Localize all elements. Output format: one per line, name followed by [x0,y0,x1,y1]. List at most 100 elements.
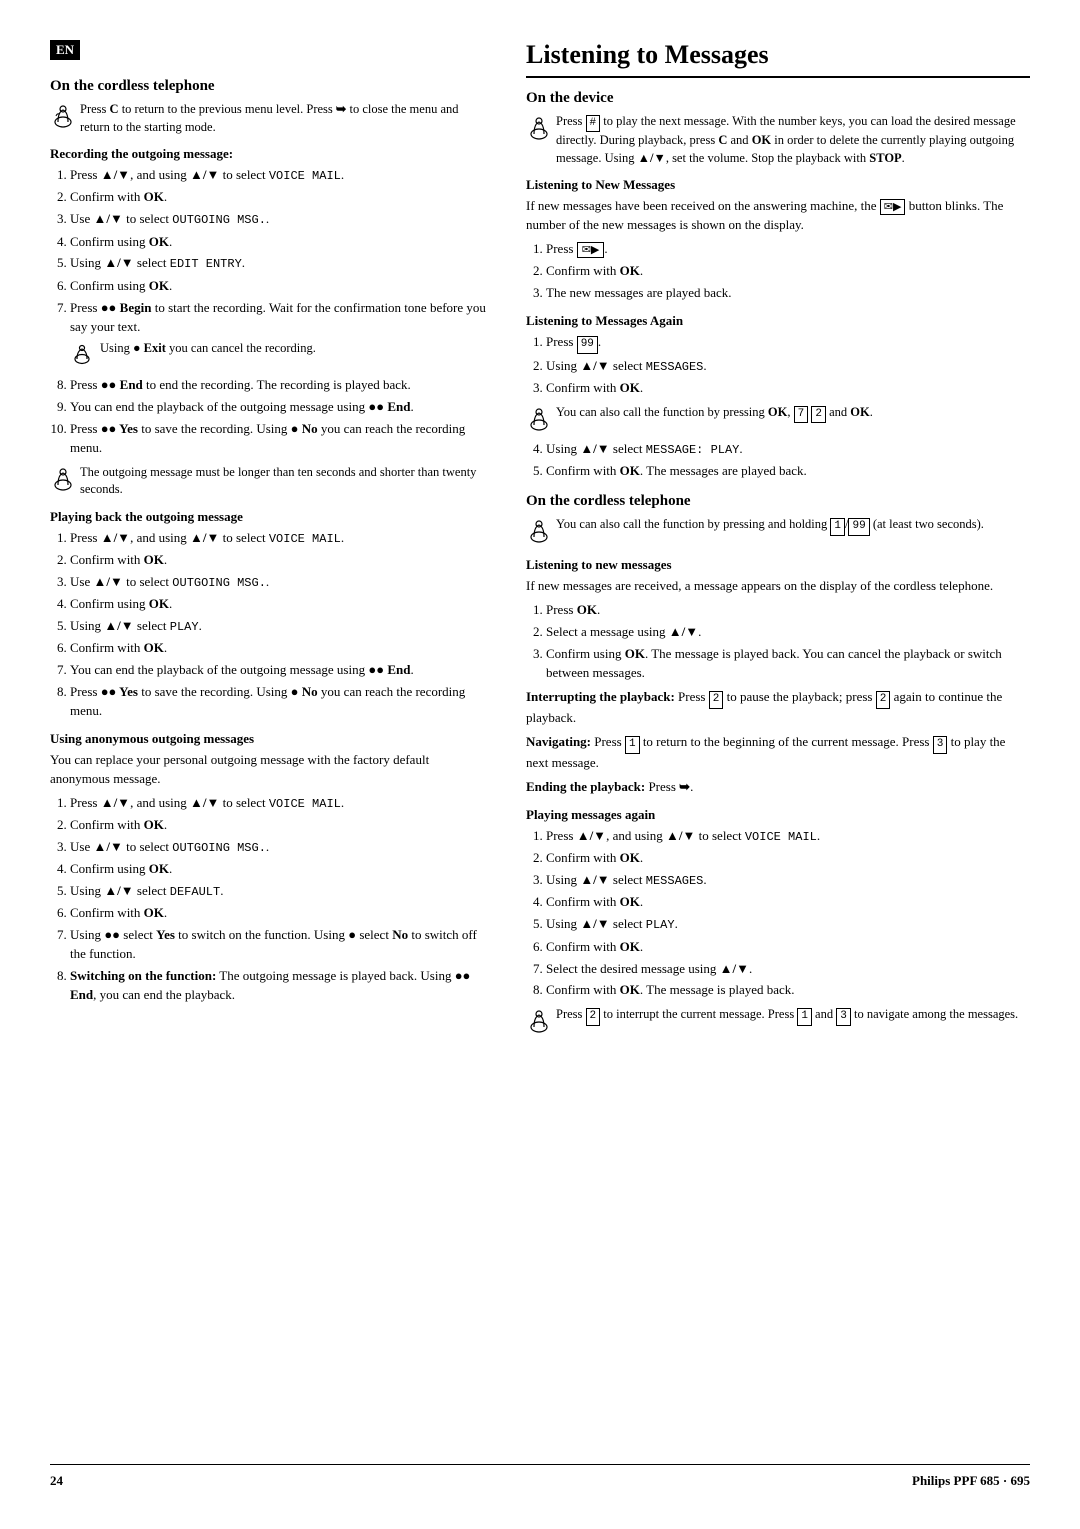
playback-steps: Press ▲/▼, and using ▲/▼ to select VOICE… [50,529,490,721]
left-section-cordless: On the cordless telephone Press C to ret… [50,78,490,499]
cordless-play-again-title: Playing messages again [526,807,1030,823]
list-item: Use ▲/▼ to select OUTGOING MSG.. [70,838,490,857]
list-item: Confirm using OK. The message is played … [546,645,1030,683]
note-hold: You can also call the function by pressi… [526,516,1030,547]
right-section-cordless: On the cordless telephone You can also c… [526,493,1030,1037]
list-item: Use ▲/▼ to select OUTGOING MSG.. [70,573,490,592]
interrupting-text: Interrupting the playback: Press 2 to pa… [526,688,1030,728]
list-item: Confirm with OK. [546,938,1030,957]
messages-again-steps1: Press 99. Using ▲/▼ select MESSAGES. Con… [526,333,1030,398]
list-item: You can end the playback of the outgoing… [70,398,490,417]
list-item: Use ▲/▼ to select OUTGOING MSG.. [70,210,490,229]
list-item: Confirm with OK. [546,849,1030,868]
brand-name: Philips PPF 685 · 695 [912,1473,1030,1489]
note-length: The outgoing message must be longer than… [50,464,490,499]
note-exit: Using ● Exit you can cancel the recordin… [70,340,490,371]
list-item: Press ●● Begin to start the recording. W… [70,299,490,372]
list-item: Press ▲/▼, and using ▲/▼ to select VOICE… [546,827,1030,846]
list-item: Using ▲/▼ select MESSAGE: PLAY. [546,440,1030,459]
list-item: Confirm with OK. [546,379,1030,398]
page-number: 24 [50,1473,63,1489]
playback-title: Playing back the outgoing message [50,509,490,525]
right-section-device: On the device Press # to play the next m… [526,90,1030,481]
note-icon-ok [526,404,556,435]
list-item: Using ▲/▼ select PLAY. [70,617,490,636]
device-intro-text: Press # to play the next message. With t… [556,113,1030,167]
left-cordless-title: On the cordless telephone [50,78,490,95]
list-item: Confirm with OK. The message is played b… [546,981,1030,1000]
hand-icon-hold [526,517,552,543]
list-item: Select a message using ▲/▼. [546,623,1030,642]
list-item: Confirm with OK. [70,816,490,835]
note-icon-hold [526,516,556,547]
hand-icon-ok [526,405,552,431]
note-icon-exit [70,340,100,371]
anonymous-title: Using anonymous outgoing messages [50,731,490,747]
new-messages-steps: Press ✉▶. Confirm with OK. The new messa… [526,240,1030,303]
list-item: Press ▲/▼, and using ▲/▼ to select VOICE… [70,166,490,185]
anonymous-intro: You can replace your personal outgoing m… [50,751,490,789]
anonymous-steps: Press ▲/▼, and using ▲/▼ to select VOICE… [50,794,490,1005]
list-item: Select the desired message using ▲/▼. [546,960,1030,979]
list-item: Using ▲/▼ select DEFAULT. [70,882,490,901]
list-item: Confirm with OK. The messages are played… [546,462,1030,481]
list-item: Using ▲/▼ select MESSAGES. [546,871,1030,890]
list-item: Press OK. [546,601,1030,620]
list-item: Confirm with OK. [70,551,490,570]
en-badge: EN [50,40,80,60]
list-item: Confirm with OK. [546,262,1030,281]
list-item: Confirm with OK. [70,904,490,923]
list-item: Press ▲/▼, and using ▲/▼ to select VOICE… [70,794,490,813]
list-item: Confirm with OK. [70,639,490,658]
list-item: Using ▲/▼ select MESSAGES. [546,357,1030,376]
messages-again-title: Listening to Messages Again [526,313,1030,329]
messages-again-steps2: Using ▲/▼ select MESSAGE: PLAY. Confirm … [526,440,1030,481]
note-icon-device [526,113,556,144]
page: EN On the cordless telephone [0,0,1080,1529]
cordless-new-steps: Press OK. Select a message using ▲/▼. Co… [526,601,1030,682]
main-heading: Listening to Messages [526,40,1030,78]
cordless-new-intro: If new messages are received, a message … [526,577,1030,596]
note-c-button: Press C to return to the previous menu l… [50,101,490,136]
list-item: Press ▲/▼, and using ▲/▼ to select VOICE… [70,529,490,548]
list-item: Confirm using OK. [70,233,490,252]
cordless-new-messages: Listening to new messages If new message… [526,557,1030,682]
list-item: Using ●● select Yes to switch on the fun… [70,926,490,964]
hand-icon-navigate [526,1007,552,1033]
hand-icon-device [526,114,552,140]
cordless-play-again: Playing messages again Press ▲/▼, and us… [526,807,1030,1037]
hand-icon-c [50,102,76,128]
right-cordless-title: On the cordless telephone [526,493,1030,510]
cordless-new-title: Listening to new messages [526,557,1030,573]
note-navigate-text: Press 2 to interrupt the current message… [556,1006,1030,1025]
note-navigate-messages: Press 2 to interrupt the current message… [526,1006,1030,1037]
ending-text: Ending the playback: Press ➥. [526,778,1030,797]
recording-steps: Press ▲/▼, and using ▲/▼ to select VOICE… [50,166,490,458]
hand-icon-exit [70,341,94,365]
list-item: Press 99. [546,333,1030,354]
footer: 24 Philips PPF 685 · 695 [50,1464,1030,1489]
device-title: On the device [526,90,1030,107]
note-c-text: Press C to return to the previous menu l… [80,101,490,136]
list-item: Using ▲/▼ select EDIT ENTRY. [70,254,490,273]
note-hold-text: You can also call the function by pressi… [556,516,1030,535]
list-item: You can end the playback of the outgoing… [70,661,490,680]
device-intro-note: Press # to play the next message. With t… [526,113,1030,167]
hand-icon-length [50,465,76,491]
note-length-text: The outgoing message must be longer than… [80,464,490,499]
new-messages-intro: If new messages have been received on th… [526,197,1030,235]
cordless-play-steps: Press ▲/▼, and using ▲/▼ to select VOICE… [526,827,1030,1000]
list-item: Press ●● Yes to save the recording. Usin… [70,683,490,721]
note-icon-c [50,101,80,132]
note-exit-text: Using ● Exit you can cancel the recordin… [100,340,490,358]
list-item: Confirm using OK. [70,277,490,296]
list-item: Switching on the function: The outgoing … [70,967,490,1005]
list-item: Confirm with OK. [70,188,490,207]
list-item: Press ●● Yes to save the recording. Usin… [70,420,490,458]
new-messages-section: Listening to New Messages If new message… [526,177,1030,302]
left-column: EN On the cordless telephone [50,40,490,1448]
list-item: Confirm using OK. [70,860,490,879]
list-item: Press ✉▶. [546,240,1030,259]
left-section-anonymous: Using anonymous outgoing messages You ca… [50,731,490,1005]
messages-again-section: Listening to Messages Again Press 99. Us… [526,313,1030,481]
